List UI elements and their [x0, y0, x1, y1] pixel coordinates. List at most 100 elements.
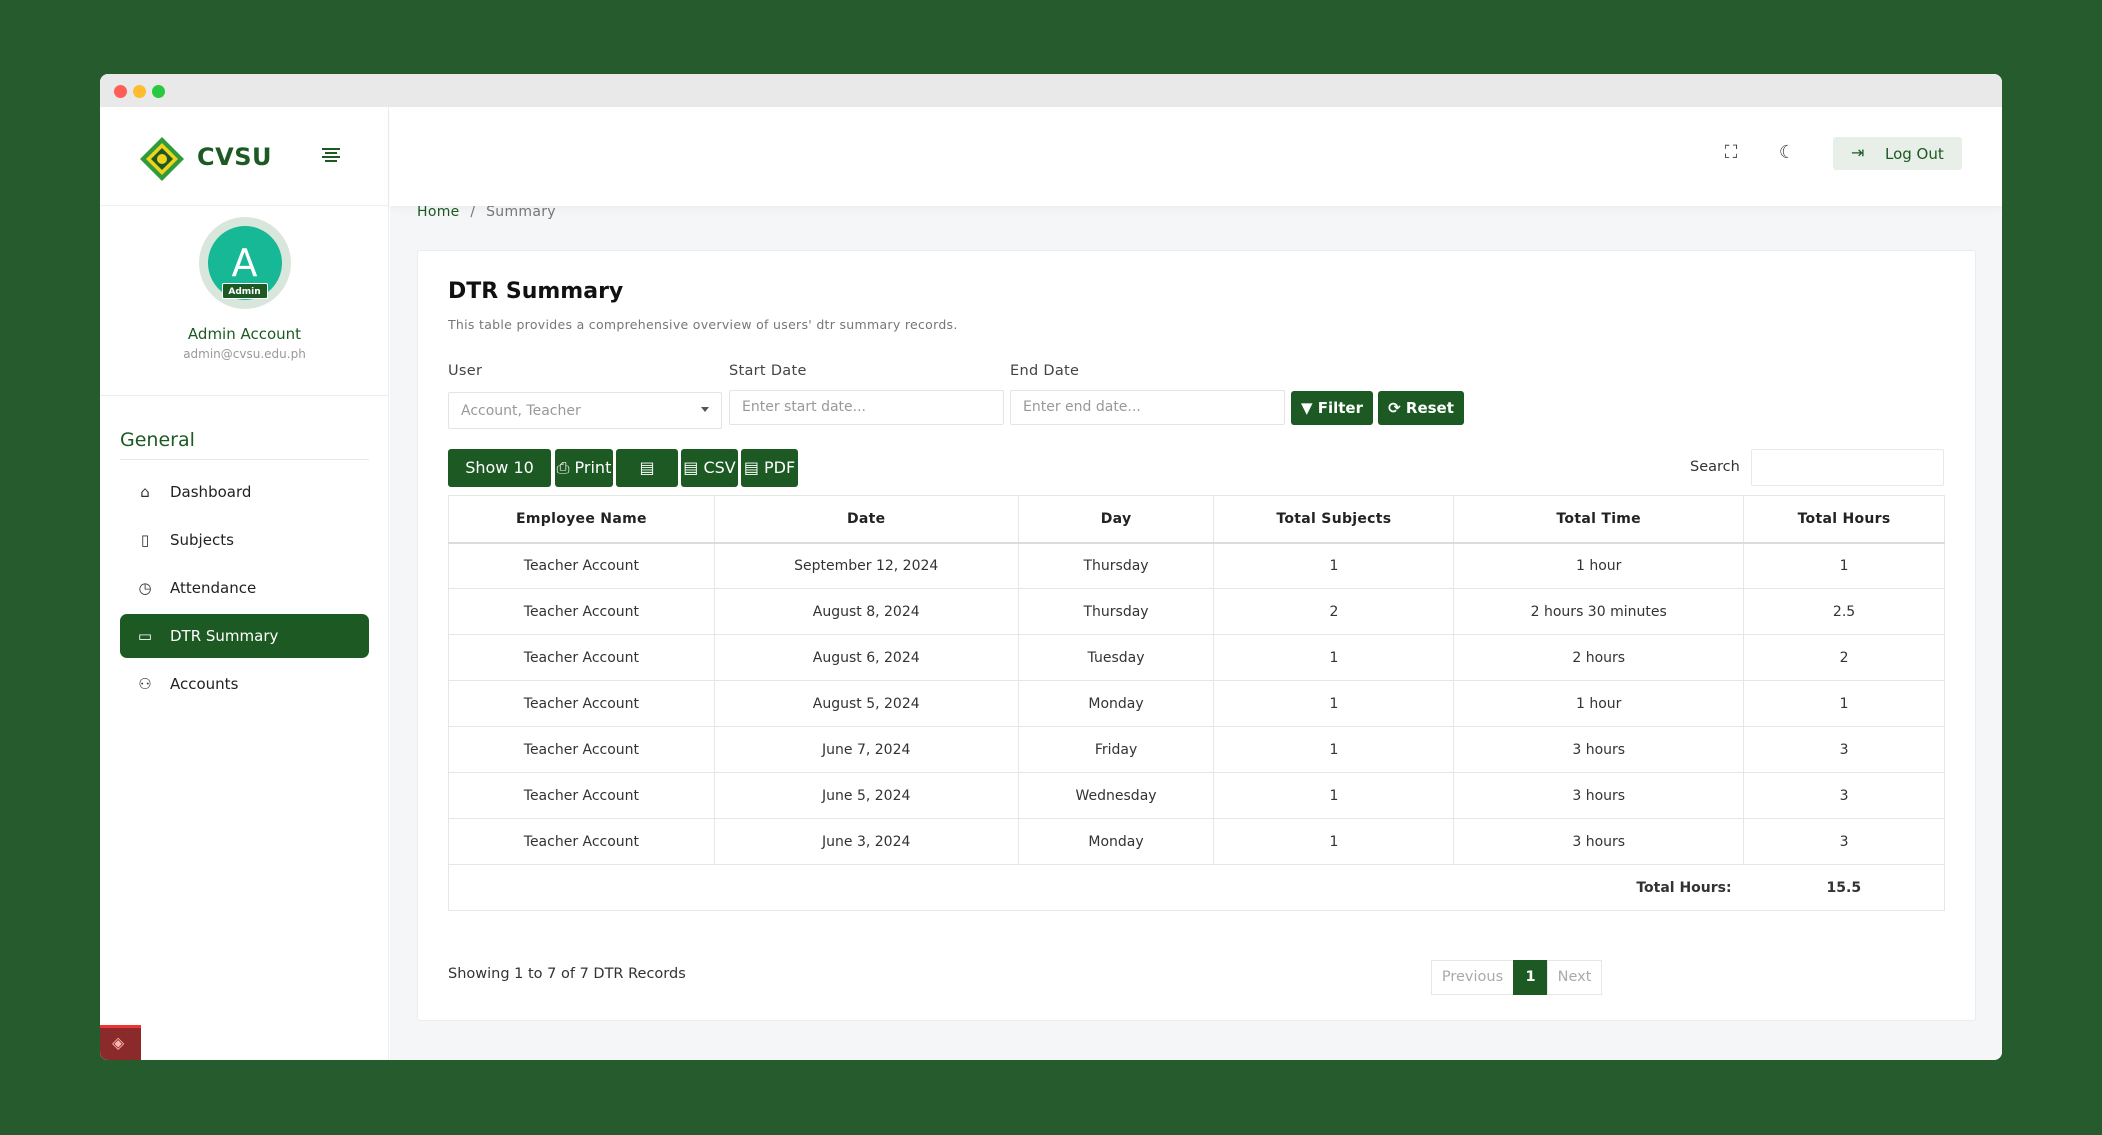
print-label: Print — [574, 458, 612, 477]
sidebar-item-subjects[interactable]: ▯ Subjects — [120, 518, 369, 562]
show-rows-dropdown[interactable]: Show 10 rows ▾ — [448, 449, 551, 515]
fullscreen-icon[interactable]: ⛶ — [1720, 142, 1742, 164]
table-cell: 1 — [1743, 680, 1945, 727]
brand-name[interactable]: CVSU — [197, 143, 272, 171]
sidebar-item-label: Accounts — [170, 675, 239, 693]
user-select-value: Account, Teacher — [461, 403, 581, 419]
filter-button[interactable]: ▼ Filter — [1291, 391, 1373, 425]
table-cell: September 12, 2024 — [713, 542, 1019, 589]
column-header[interactable]: Total Time — [1453, 495, 1745, 544]
user-select[interactable]: Account, Teacher — [448, 392, 722, 429]
csv-file-icon: ▤ — [683, 458, 704, 477]
csv-button[interactable]: ▤ CSV — [681, 449, 738, 487]
dtr-summary-card: DTR Summary This table provides a compre… — [417, 250, 1976, 1021]
start-date-label: Start Date — [729, 363, 807, 379]
browser-window: CVSU A Admin Admin Account admin@cvsu.ed… — [100, 74, 2002, 1060]
excel-file-icon: ▤ — [639, 458, 655, 477]
total-hours-value: 15.5 — [1743, 864, 1945, 911]
column-header[interactable]: Total Hours — [1743, 495, 1945, 544]
csv-label: CSV — [703, 458, 736, 477]
sidebar-item-label: Subjects — [170, 531, 234, 549]
table-cell: Tuesday — [1017, 634, 1215, 681]
sidebar-item-label: Attendance — [170, 579, 257, 597]
logout-label: Log Out — [1885, 145, 1944, 163]
start-date-input[interactable]: Enter start date... — [729, 390, 1004, 425]
dark-mode-icon[interactable]: ☾ — [1776, 142, 1798, 164]
window-titlebar — [100, 74, 2002, 107]
users-icon: ⚇ — [138, 675, 152, 693]
column-header[interactable]: Employee Name — [448, 495, 715, 544]
page-title: DTR Summary — [448, 279, 624, 304]
table-cell: Monday — [1017, 818, 1215, 865]
sidebar: CVSU A Admin Admin Account admin@cvsu.ed… — [100, 107, 389, 1060]
main-content: Home / Summary DTR Summary This table pr… — [390, 204, 2002, 1060]
table-cell: 3 hours — [1453, 726, 1745, 773]
topbar: ⛶ ☾ ⇥ Log Out — [390, 107, 2002, 206]
table-row: Teacher Account September 12, 2024 Thurs… — [448, 542, 1945, 589]
table-info: Showing 1 to 7 of 7 DTR Records — [448, 966, 686, 982]
search-input[interactable] — [1751, 449, 1944, 486]
previous-page-button[interactable]: Previous — [1431, 960, 1514, 995]
table-cell: 1 — [1213, 634, 1455, 681]
sidebar-item-accounts[interactable]: ⚇ Accounts — [120, 662, 369, 706]
table-cell: Teacher Account — [448, 680, 715, 727]
end-date-input[interactable]: Enter end date... — [1010, 390, 1285, 425]
table-cell: 1 hour — [1453, 542, 1745, 589]
table-cell: August 6, 2024 — [713, 634, 1019, 681]
column-header[interactable]: Day — [1017, 495, 1215, 544]
logout-icon: ⇥ — [1851, 143, 1865, 162]
menu-toggle-icon[interactable] — [322, 146, 340, 164]
table-cell: Friday — [1017, 726, 1215, 773]
refresh-icon: ⟳ — [1388, 399, 1406, 417]
table-cell: August 5, 2024 — [713, 680, 1019, 727]
print-button[interactable]: ⎙ Print — [555, 449, 613, 487]
sidebar-item-dashboard[interactable]: ⌂ Dashboard — [120, 470, 369, 514]
sidebar-item-label: DTR Summary — [170, 627, 279, 645]
pdf-button[interactable]: ▤ PDF — [741, 449, 798, 487]
column-header[interactable]: Date — [713, 495, 1019, 544]
total-row: Total Hours: 15.5 — [448, 864, 1945, 911]
table-cell: 3 — [1743, 818, 1945, 865]
table-cell: 3 hours — [1453, 818, 1745, 865]
table-row: Teacher Account June 7, 2024 Friday 1 3 … — [448, 726, 1945, 773]
table-row: Teacher Account June 5, 2024 Wednesday 1… — [448, 772, 1945, 819]
sidebar-item-dtr-summary[interactable]: ▭ DTR Summary — [120, 614, 369, 658]
table-cell: Thursday — [1017, 588, 1215, 635]
breadcrumb-separator: / — [470, 204, 476, 220]
pdf-file-icon: ▤ — [743, 458, 765, 477]
monitor-icon: ▭ — [137, 627, 153, 645]
divider — [120, 459, 369, 460]
end-date-label: End Date — [1010, 363, 1080, 379]
minimize-window-icon[interactable] — [133, 85, 146, 98]
column-header[interactable]: Total Subjects — [1213, 495, 1455, 544]
next-page-button[interactable]: Next — [1547, 960, 1602, 995]
breadcrumb-home[interactable]: Home — [417, 204, 460, 220]
nav-section-title: General — [120, 429, 195, 451]
start-date-placeholder: Enter start date... — [742, 399, 867, 415]
breadcrumb-current: Summary — [486, 204, 556, 220]
maximize-window-icon[interactable] — [152, 85, 165, 98]
close-window-icon[interactable] — [114, 85, 127, 98]
excel-button[interactable]: ▤ Excel — [616, 449, 678, 515]
profile-block: A Admin Admin Account admin@cvsu.edu.ph — [100, 217, 389, 361]
table-cell: Teacher Account — [448, 818, 715, 865]
logout-button[interactable]: ⇥ Log Out — [1833, 137, 1962, 170]
role-badge: Admin — [221, 283, 268, 299]
search-label: Search — [1690, 459, 1740, 475]
reset-button[interactable]: ⟳ Reset — [1378, 391, 1464, 425]
table-cell: June 5, 2024 — [713, 772, 1019, 819]
table-cell: 1 — [1213, 772, 1455, 819]
debugbar-icon[interactable]: ◈ — [100, 1025, 141, 1060]
page-1-button[interactable]: 1 — [1513, 960, 1548, 995]
table-cell: 2 hours 30 minutes — [1453, 588, 1745, 635]
total-hours-label: Total Hours: — [448, 864, 1744, 911]
table-cell: Teacher Account — [448, 542, 715, 589]
reset-button-label: Reset — [1405, 399, 1454, 417]
breadcrumb: Home / Summary — [417, 204, 556, 220]
sidebar-item-attendance[interactable]: ◷ Attendance — [120, 566, 369, 610]
table-cell: Monday — [1017, 680, 1215, 727]
table-cell: August 8, 2024 — [713, 588, 1019, 635]
filter-button-label: Filter — [1317, 399, 1364, 417]
home-icon: ⌂ — [140, 483, 150, 501]
table-cell: June 3, 2024 — [713, 818, 1019, 865]
